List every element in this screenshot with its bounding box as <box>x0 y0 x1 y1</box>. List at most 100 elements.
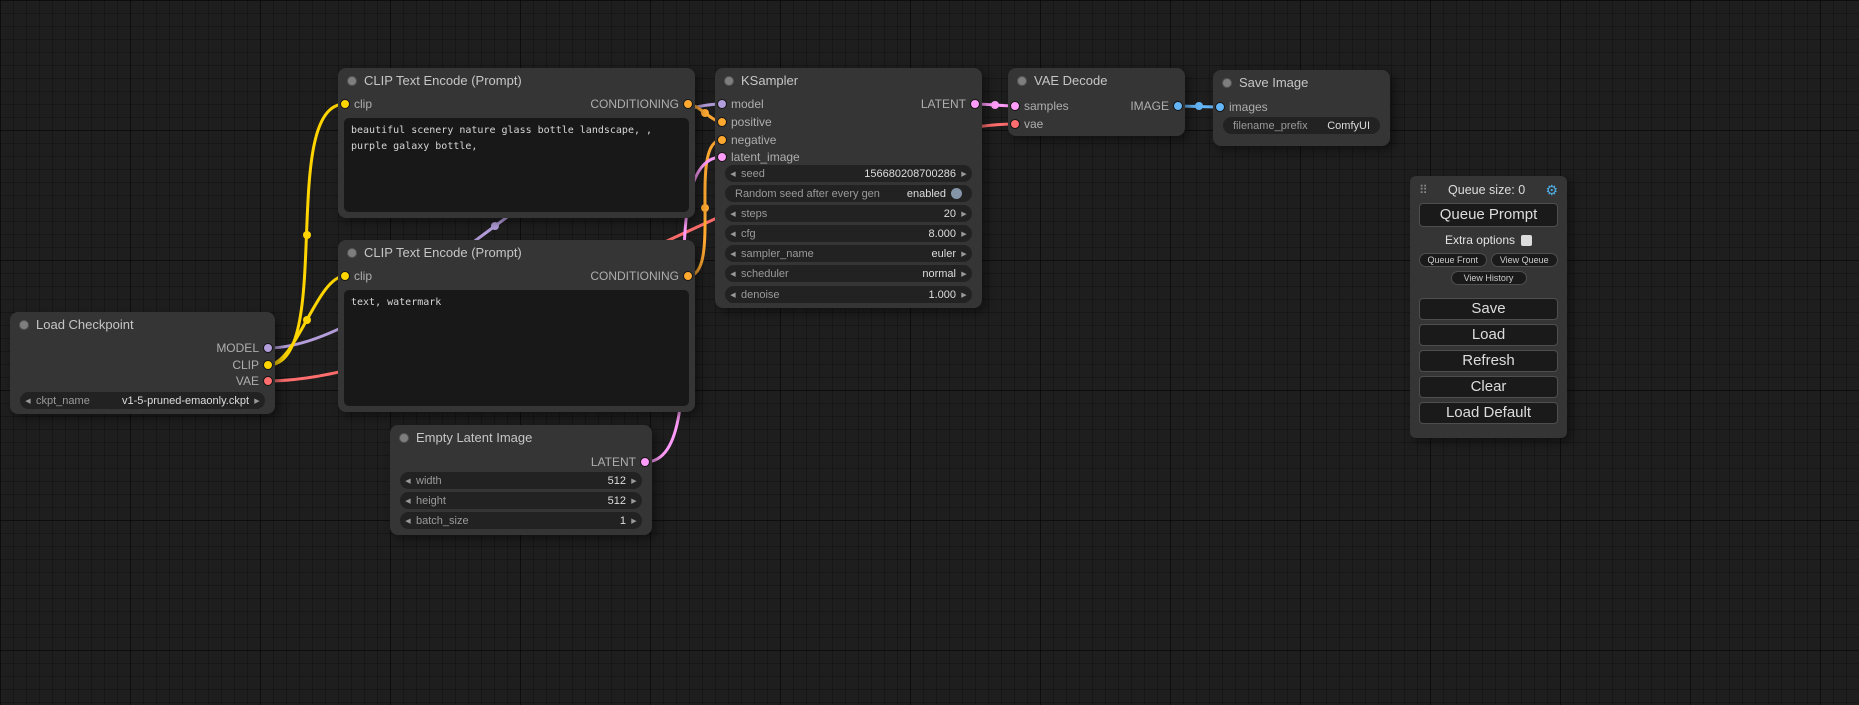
collapse-dot-icon[interactable] <box>19 320 29 330</box>
prompt-text-input[interactable]: text, watermark <box>344 290 689 406</box>
increment-arrow-icon[interactable]: ▶ <box>956 230 972 238</box>
queue-front-button[interactable]: Queue Front <box>1419 253 1487 267</box>
decrement-arrow-icon[interactable]: ◀ <box>725 170 741 178</box>
output-slot-image: IMAGE <box>1130 97 1169 115</box>
widget-value: 512 <box>608 475 626 487</box>
increment-arrow-icon[interactable]: ▶ <box>626 517 642 525</box>
widget-value: 20 <box>944 208 956 220</box>
increment-arrow-icon[interactable]: ▶ <box>249 397 265 405</box>
increment-arrow-icon[interactable]: ▶ <box>956 291 972 299</box>
widget-label: cfg <box>741 228 756 240</box>
save-button[interactable]: Save <box>1419 298 1558 320</box>
widget-steps[interactable]: ◀ steps 20 ▶ <box>725 205 972 222</box>
input-slot-clip: clip <box>354 267 372 285</box>
decrement-arrow-icon[interactable]: ◀ <box>400 517 416 525</box>
extra-options-label: Extra options <box>1445 233 1515 247</box>
extra-options-checkbox[interactable] <box>1521 235 1532 246</box>
node-vae-decode[interactable]: VAE Decode samples vae IMAGE <box>1008 68 1185 136</box>
prompt-text-input[interactable]: beautiful scenery nature glass bottle la… <box>344 118 689 212</box>
widget-value: 1.000 <box>928 289 956 301</box>
widget-cfg[interactable]: ◀ cfg 8.000 ▶ <box>725 225 972 242</box>
node-save-image[interactable]: Save Image images filename_prefix ComfyU… <box>1213 70 1390 146</box>
widget-seed[interactable]: ◀ seed 156680208700286 ▶ <box>725 165 972 182</box>
widget-height[interactable]: ◀ height 512 ▶ <box>400 492 642 509</box>
decrement-arrow-icon[interactable]: ◀ <box>725 230 741 238</box>
widget-denoise[interactable]: ◀ denoise 1.000 ▶ <box>725 286 972 303</box>
input-slot-positive: positive <box>731 113 772 131</box>
decrement-arrow-icon[interactable]: ◀ <box>725 291 741 299</box>
widget-label: ckpt_name <box>36 395 90 407</box>
link-midpoint-dot <box>303 231 311 239</box>
widget-width[interactable]: ◀ width 512 ▶ <box>400 472 642 489</box>
increment-arrow-icon[interactable]: ▶ <box>956 210 972 218</box>
output-slot-vae: VAE <box>236 372 259 390</box>
collapse-dot-icon[interactable] <box>1017 76 1027 86</box>
node-title: CLIP Text Encode (Prompt) <box>338 68 695 94</box>
widget-random-seed-toggle[interactable]: Random seed after every gen enabled <box>725 185 972 202</box>
widget-value: euler <box>932 248 956 260</box>
increment-arrow-icon[interactable]: ▶ <box>626 477 642 485</box>
output-slot-conditioning: CONDITIONING <box>590 267 679 285</box>
collapse-dot-icon[interactable] <box>347 76 357 86</box>
widget-value: 512 <box>608 495 626 507</box>
link-midpoint-dot <box>701 204 709 212</box>
decrement-arrow-icon[interactable]: ◀ <box>725 210 741 218</box>
collapse-dot-icon[interactable] <box>399 433 409 443</box>
node-clip-text-encode-positive[interactable]: CLIP Text Encode (Prompt) clip CONDITION… <box>338 68 695 218</box>
input-slot-latent-image: latent_image <box>731 148 800 166</box>
output-slot-latent: LATENT <box>591 453 636 471</box>
widget-label: Random seed after every gen <box>735 188 880 200</box>
widget-sampler-name[interactable]: ◀ sampler_name euler ▶ <box>725 245 972 262</box>
output-slot-conditioning: CONDITIONING <box>590 95 679 113</box>
widget-value: normal <box>922 268 956 280</box>
widget-batch-size[interactable]: ◀ batch_size 1 ▶ <box>400 512 642 529</box>
load-default-button[interactable]: Load Default <box>1419 402 1558 424</box>
widget-value: 8.000 <box>928 228 956 240</box>
widget-label: width <box>416 475 442 487</box>
widget-label: steps <box>741 208 767 220</box>
collapse-dot-icon[interactable] <box>1222 78 1232 88</box>
load-button[interactable]: Load <box>1419 324 1558 346</box>
decrement-arrow-icon[interactable]: ◀ <box>400 477 416 485</box>
input-slot-clip: clip <box>354 95 372 113</box>
increment-arrow-icon[interactable]: ▶ <box>956 250 972 258</box>
increment-arrow-icon[interactable]: ▶ <box>956 270 972 278</box>
collapse-dot-icon[interactable] <box>724 76 734 86</box>
widget-filename-prefix[interactable]: filename_prefix ComfyUI <box>1223 117 1380 134</box>
decrement-arrow-icon[interactable]: ◀ <box>400 497 416 505</box>
decrement-arrow-icon[interactable]: ◀ <box>725 250 741 258</box>
node-ksampler[interactable]: KSampler model positive negative latent_… <box>715 68 982 308</box>
node-load-checkpoint[interactable]: Load Checkpoint MODEL CLIP VAE ◀ ckpt_na… <box>10 312 275 414</box>
widget-ckpt-name[interactable]: ◀ ckpt_name v1-5-pruned-emaonly.ckpt ▶ <box>20 392 265 409</box>
node-title: VAE Decode <box>1008 68 1185 94</box>
collapse-dot-icon[interactable] <box>347 248 357 258</box>
input-slot-vae: vae <box>1024 115 1043 133</box>
refresh-button[interactable]: Refresh <box>1419 350 1558 372</box>
input-slot-negative: negative <box>731 131 776 149</box>
node-clip-text-encode-negative[interactable]: CLIP Text Encode (Prompt) clip CONDITION… <box>338 240 695 412</box>
view-history-button[interactable]: View History <box>1451 271 1527 285</box>
input-slot-samples: samples <box>1024 97 1069 115</box>
node-title: Save Image <box>1213 70 1390 96</box>
widget-label: denoise <box>741 289 780 301</box>
widget-label: filename_prefix <box>1233 120 1308 132</box>
queue-prompt-button[interactable]: Queue Prompt <box>1419 203 1558 227</box>
widget-label: sampler_name <box>741 248 814 260</box>
settings-gear-icon[interactable]: ⚙ <box>1545 183 1558 197</box>
increment-arrow-icon[interactable]: ▶ <box>956 170 972 178</box>
clear-button[interactable]: Clear <box>1419 376 1558 398</box>
link-midpoint-dot <box>701 109 709 117</box>
decrement-arrow-icon[interactable]: ◀ <box>725 270 741 278</box>
widget-value: enabled <box>907 188 946 200</box>
queue-menu-panel[interactable]: ⠿ Queue size: 0 ⚙ Queue Prompt Extra opt… <box>1410 176 1567 438</box>
node-title: CLIP Text Encode (Prompt) <box>338 240 695 266</box>
increment-arrow-icon[interactable]: ▶ <box>626 497 642 505</box>
widget-scheduler[interactable]: ◀ scheduler normal ▶ <box>725 265 972 282</box>
widget-value: ComfyUI <box>1327 120 1370 132</box>
decrement-arrow-icon[interactable]: ◀ <box>20 397 36 405</box>
view-queue-button[interactable]: View Queue <box>1491 253 1559 267</box>
toggle-dot-icon[interactable] <box>951 188 962 199</box>
node-empty-latent-image[interactable]: Empty Latent Image LATENT ◀ width 512 ▶ … <box>390 425 652 535</box>
graph-canvas[interactable]: Load Checkpoint MODEL CLIP VAE ◀ ckpt_na… <box>0 0 1859 705</box>
drag-handle-icon[interactable]: ⠿ <box>1419 183 1428 197</box>
